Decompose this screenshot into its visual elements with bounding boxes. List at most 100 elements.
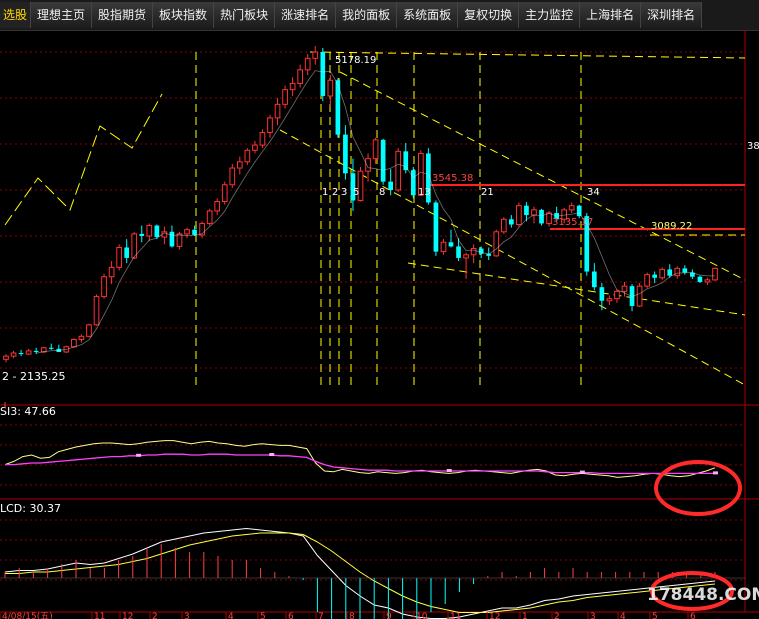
candle-body bbox=[591, 271, 597, 288]
rsi-fast-line bbox=[4, 440, 716, 478]
candle-body bbox=[682, 268, 688, 273]
candle-body bbox=[71, 338, 77, 348]
x-tick-label: 4 bbox=[228, 612, 234, 619]
candle-body bbox=[221, 184, 228, 202]
fib-count-label: 13 bbox=[418, 187, 431, 198]
high-label: 5178.19 bbox=[335, 55, 376, 66]
rsi-marker bbox=[269, 453, 275, 456]
tab-shanghai-rank[interactable]: 上海排名 bbox=[580, 2, 642, 28]
rsi-panel: SI3: 47.66 bbox=[0, 402, 718, 478]
rsi-marker bbox=[446, 469, 452, 472]
menu-toolbar: 选股 理想主页 股指期货 板块指数 热门板块 涨速排名 我的面板 系统面板 复权… bbox=[0, 0, 759, 31]
candle-body bbox=[463, 254, 469, 259]
candle-body bbox=[599, 287, 605, 301]
price-grid bbox=[0, 30, 759, 613]
candle-body bbox=[644, 274, 650, 287]
rsi-marker bbox=[136, 453, 142, 457]
candle-body bbox=[206, 210, 213, 224]
candle-body bbox=[712, 267, 718, 281]
candle-body bbox=[192, 229, 197, 235]
x-tick-label: 2 bbox=[554, 612, 560, 619]
tab-rise-speed-rank[interactable]: 涨速排名 bbox=[275, 2, 337, 28]
candle-body bbox=[3, 355, 9, 360]
tab-stock-picker[interactable]: 选股 bbox=[0, 2, 32, 28]
low-label: 2 - 2135.25 bbox=[2, 370, 65, 383]
candle-body bbox=[652, 274, 657, 278]
candle-body bbox=[154, 225, 160, 238]
candle-body bbox=[380, 139, 386, 182]
candle-body bbox=[372, 139, 379, 160]
candle-body bbox=[18, 353, 24, 355]
candlesticks bbox=[3, 46, 718, 363]
wave-line bbox=[4, 93, 163, 226]
x-tick-label: 3 bbox=[590, 612, 596, 619]
tab-sector-index[interactable]: 板块指数 bbox=[153, 2, 215, 28]
candle-body bbox=[516, 205, 522, 225]
candle-body bbox=[78, 335, 85, 340]
tab-adjust-toggle[interactable]: 复权切换 bbox=[458, 2, 520, 28]
right-axis-tick: 38 bbox=[747, 141, 759, 152]
tab-system-panel[interactable]: 系统面板 bbox=[397, 2, 459, 28]
candle-body bbox=[440, 241, 447, 253]
x-tick-label: 8 bbox=[349, 612, 355, 619]
candle-body bbox=[568, 205, 575, 211]
candle-body bbox=[343, 134, 348, 174]
fib-count-label: 34 bbox=[587, 187, 600, 198]
tab-main-monitor[interactable]: 主力监控 bbox=[519, 2, 581, 28]
lower-channel-line bbox=[279, 129, 746, 386]
candle-body bbox=[388, 181, 394, 191]
rsi-slow-line bbox=[5, 453, 715, 475]
kline-chart[interactable]: 5178.19 3545.38 3135.17 3089.22 2 - 2135… bbox=[0, 30, 759, 619]
candle-body bbox=[10, 352, 17, 357]
x-tick-label: 10 bbox=[416, 612, 428, 619]
fib-count-label: 2 bbox=[332, 187, 338, 198]
candle-body bbox=[697, 276, 703, 282]
candle-body bbox=[214, 200, 221, 212]
candle-body bbox=[433, 202, 439, 252]
candle-body bbox=[25, 350, 32, 355]
x-tick-label: 4/08/15(五) bbox=[2, 612, 53, 619]
level-label-2: 3135.17 bbox=[552, 217, 593, 228]
candle-body bbox=[395, 150, 402, 191]
candle-body bbox=[184, 229, 190, 235]
candle-body bbox=[252, 144, 258, 151]
fib-count-label: 3 bbox=[341, 187, 347, 198]
candle-body bbox=[667, 269, 673, 276]
fib-count-labels: 1 2 3 5 8 13 21 34 bbox=[322, 187, 600, 198]
fib-count-label: 5 bbox=[353, 187, 359, 198]
candle-body bbox=[500, 218, 507, 233]
x-tick-label: 6 bbox=[690, 612, 696, 619]
macd-label: LCD: 30.37 bbox=[0, 502, 61, 515]
tab-home[interactable]: 理想主页 bbox=[31, 2, 93, 28]
candle-body bbox=[576, 205, 582, 217]
candle-body bbox=[410, 170, 416, 196]
candle-body bbox=[229, 167, 236, 186]
x-tick-label: 2 bbox=[152, 612, 158, 619]
x-tick-label: 5 bbox=[652, 612, 658, 619]
candle-body bbox=[704, 279, 711, 283]
price-labels: 5178.19 3545.38 3135.17 3089.22 2 - 2135… bbox=[2, 55, 759, 383]
tab-hot-sectors[interactable]: 热门板块 bbox=[214, 2, 276, 28]
candle-body bbox=[509, 219, 514, 225]
support-line bbox=[407, 262, 746, 316]
candle-body bbox=[48, 347, 54, 349]
candle-body bbox=[139, 233, 145, 236]
highlight-circle bbox=[654, 460, 742, 516]
candle-body bbox=[524, 205, 529, 216]
candle-body bbox=[282, 89, 288, 105]
tab-shenzhen-rank[interactable]: 深圳排名 bbox=[641, 2, 703, 28]
x-tick-label: 3 bbox=[184, 612, 190, 619]
candle-body bbox=[546, 212, 552, 224]
tab-index-futures[interactable]: 股指期货 bbox=[92, 2, 154, 28]
candle-body bbox=[146, 225, 153, 237]
candle-body bbox=[244, 149, 251, 163]
tab-my-panel[interactable]: 我的面板 bbox=[336, 2, 398, 28]
x-tick-label: 9 bbox=[386, 612, 392, 619]
candle-body bbox=[674, 267, 681, 277]
trend-lines bbox=[4, 51, 746, 390]
candle-body bbox=[86, 324, 92, 337]
candle-body bbox=[176, 233, 183, 247]
x-tick-label: 12 bbox=[122, 612, 133, 619]
x-tick-label: 11 bbox=[94, 612, 105, 619]
candle-body bbox=[659, 268, 666, 279]
